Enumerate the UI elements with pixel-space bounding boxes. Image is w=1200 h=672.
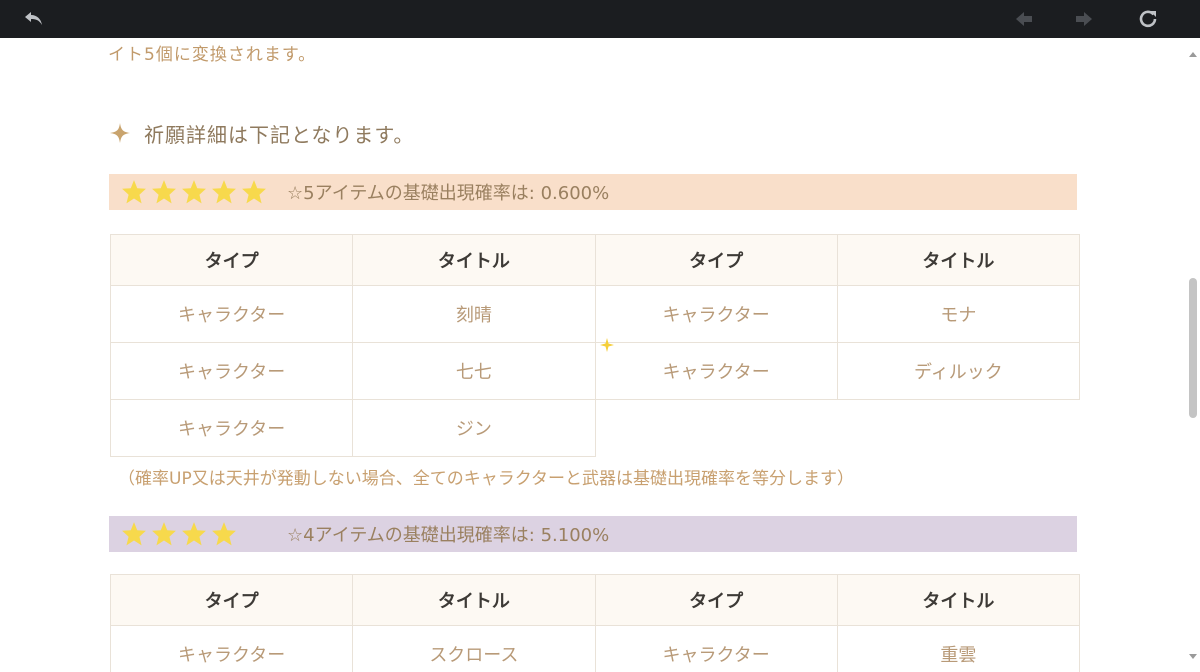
star-icon <box>212 180 236 204</box>
table-cell: キャラクター <box>594 625 838 672</box>
vertical-scrollbar[interactable] <box>1186 38 1200 672</box>
star-icon <box>122 180 146 204</box>
table-cell: 刻晴 <box>352 285 596 343</box>
five-star-pool-table: タイプ タイトル タイプ タイトル キャラクター 刻晴 キャラクター モナ キャ… <box>109 234 1081 457</box>
column-header: タイトル <box>836 234 1081 286</box>
section-title: 祈願詳細は下記となります。 <box>144 122 415 147</box>
table-row: キャラクター ジン <box>109 399 1080 457</box>
table-cell: キャラクター <box>109 399 354 457</box>
table-row: キャラクター 刻晴 キャラクター モナ <box>109 285 1081 343</box>
star-icon <box>182 522 206 546</box>
previous-button[interactable] <box>1012 8 1036 30</box>
table-cell: 七七 <box>352 342 596 400</box>
table-cell: キャラクター <box>109 625 354 672</box>
table-cell: キャラクター <box>109 342 354 400</box>
scroll-down-arrow-icon[interactable] <box>1189 654 1197 659</box>
table-cell: キャラクター <box>109 285 354 343</box>
scroll-up-arrow-icon[interactable] <box>1189 52 1197 57</box>
column-header: タイプ <box>594 574 838 626</box>
star-icon <box>152 522 176 546</box>
column-header: タイプ <box>109 574 354 626</box>
page-content: イト5個に変換されます。 祈願詳細は下記となります。 ☆5アイテムの基礎出現確率… <box>0 38 1186 672</box>
table-cell: 重雲 <box>836 625 1081 672</box>
table-header-row: タイプ タイトル タイプ タイトル <box>109 574 1081 626</box>
empty-cell <box>595 400 837 457</box>
next-button[interactable] <box>1072 8 1096 30</box>
table-cell: キャラクター <box>594 342 838 400</box>
four-star-rate-text: ☆4アイテムの基礎出現確率は: 5.100% <box>287 525 610 546</box>
table-cell: キャラクター <box>594 285 838 343</box>
probability-note: （確率UP又は天井が発動しない場合、全てのキャラクターと武器は基礎出現確率を等分… <box>118 469 855 489</box>
table-header-row: タイプ タイトル タイプ タイトル <box>109 234 1081 286</box>
table-cell: スクロース <box>352 625 596 672</box>
refresh-button[interactable] <box>1136 8 1160 30</box>
back-arrow-icon <box>25 12 42 25</box>
table-cell: ジン <box>352 399 596 457</box>
section-heading: 祈願詳細は下記となります。 <box>110 118 414 148</box>
sparkle-icon <box>110 123 130 143</box>
star-icon <box>242 180 266 204</box>
column-header: タイトル <box>352 574 596 626</box>
five-star-rate-text: ☆5アイテムの基礎出現確率は: 0.600% <box>287 183 610 204</box>
star-icon <box>122 522 146 546</box>
back-button[interactable] <box>22 8 46 30</box>
four-star-rating <box>121 521 287 547</box>
star-icon <box>152 180 176 204</box>
prev-arrow-icon <box>1016 12 1032 26</box>
table-row: キャラクター スクロース キャラクター 重雲 <box>109 625 1081 672</box>
next-arrow-icon <box>1076 12 1092 26</box>
table-row: キャラクター 七七 キャラクター ディルック <box>109 342 1081 400</box>
intro-text-cut: イト5個に変換されます。 <box>108 45 317 65</box>
star-icon <box>212 522 236 546</box>
column-header: タイプ <box>594 234 838 286</box>
five-star-rate-bar: ☆5アイテムの基礎出現確率は: 0.600% <box>109 174 1077 210</box>
column-header: タイプ <box>109 234 354 286</box>
star-icon <box>182 180 206 204</box>
table-cell: ディルック <box>836 342 1081 400</box>
column-header: タイトル <box>836 574 1081 626</box>
cursor-sparkle-icon <box>600 338 614 352</box>
top-toolbar <box>0 0 1200 38</box>
table-cell: モナ <box>836 285 1081 343</box>
empty-cell <box>837 400 1079 457</box>
scrollbar-thumb[interactable] <box>1189 278 1197 418</box>
five-star-rating <box>121 179 287 205</box>
column-header: タイトル <box>352 234 596 286</box>
four-star-pool-table: タイプ タイトル タイプ タイトル キャラクター スクロース キャラクター 重雲 <box>109 574 1081 672</box>
four-star-rate-bar: ☆4アイテムの基礎出現確率は: 5.100% <box>109 516 1077 552</box>
refresh-icon <box>1139 10 1157 28</box>
